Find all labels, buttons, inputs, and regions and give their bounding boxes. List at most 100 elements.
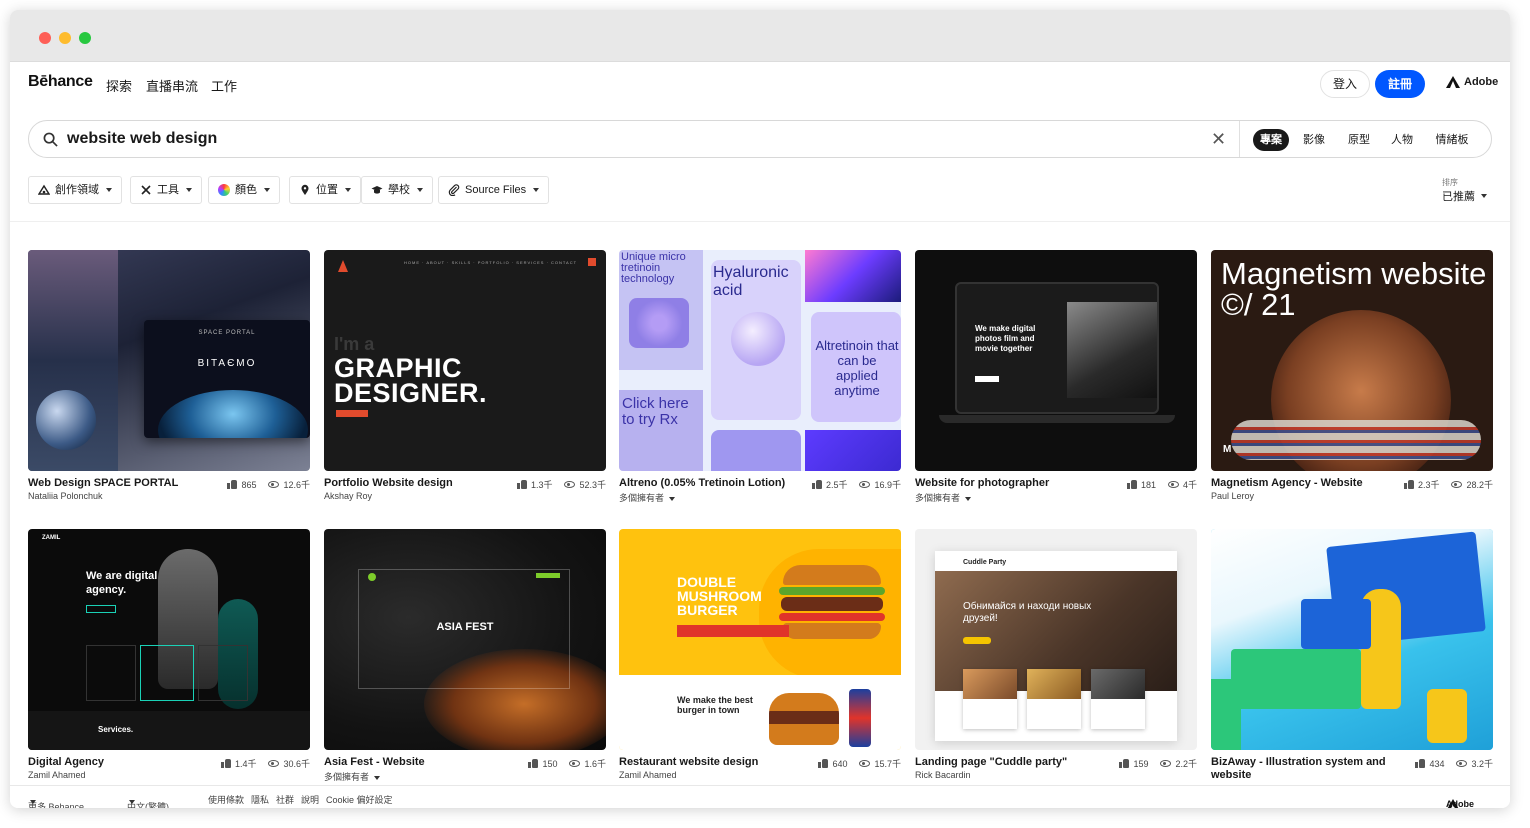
project-card[interactable]: ASIA FEST Asia Fest - Website 多個擁有者 150 1… [324,529,606,783]
adobe-logo-icon [1446,76,1460,88]
maximize-window-icon[interactable] [79,32,91,44]
filter-source-files[interactable]: Source Files [438,176,550,204]
project-thumbnail[interactable]: SPACE PORTAL BITAЄMO [28,250,310,471]
project-thumbnail[interactable]: Magnetism website ©/ 21 M [1211,250,1493,471]
project-thumbnail[interactable] [1211,529,1493,750]
view-count: 3.2千 [1471,759,1493,769]
filter-label: 學校 [388,184,410,196]
eye-icon [1160,760,1172,767]
scope-tab-people[interactable]: 人物 [1387,129,1417,151]
footer-link-community[interactable]: 社群 [276,793,294,806]
owner-label: 多個擁有者 [324,772,370,782]
clear-search-icon[interactable]: ✕ [1211,130,1226,148]
project-card[interactable]: BizAway - Illustration system and websit… [1211,529,1493,782]
footer-link-help[interactable]: 說明 [301,793,319,806]
scope-tab-moodboards[interactable]: 情緒板 [1429,129,1475,151]
project-author[interactable]: Paul Leroy [1211,491,1254,501]
earth-shape [158,390,308,438]
search-input[interactable] [67,127,1197,151]
order-bar [677,625,789,637]
project-title[interactable]: Magnetism Agency - Website [1211,477,1401,489]
filter-label: 顏色 [235,184,257,196]
project-thumbnail[interactable]: We make digital photos film and movie to… [915,250,1197,471]
project-title[interactable]: Portfolio Website design [324,477,514,489]
close-window-icon[interactable] [39,32,51,44]
thumb-title: BITAЄMO [197,358,257,369]
filter-color[interactable]: 顏色 [208,176,280,204]
thumbs-up-icon [1403,480,1414,489]
project-author[interactable]: Zamil Ahamed [28,770,86,780]
project-thumbnail[interactable]: Unique micro tretinoin technology Hyalur… [619,250,901,471]
filter-label: 工具 [157,184,179,196]
project-author[interactable]: 多個擁有者 [324,770,380,783]
thumb-device: SPACE PORTAL BITAЄMO [144,320,310,438]
project-title[interactable]: Web Design SPACE PORTAL [28,477,218,489]
project-thumbnail[interactable]: ZAMIL We are digital agency. Services. [28,529,310,750]
menu-square-icon [588,258,596,266]
project-card[interactable]: HOME · ABOUT · SKILLS · PORTFOLIO · SERV… [324,250,606,501]
project-title[interactable]: Restaurant website design [619,756,809,768]
project-meta: Portfolio Website design Akshay Roy 1.3千… [324,471,606,501]
footer-link-cookies[interactable]: Cookie 偏好設定 [326,793,393,806]
project-card[interactable]: DOUBLE MUSHROOM BURGER We make the best … [619,529,901,780]
scope-tab-images[interactable]: 影像 [1297,129,1331,151]
planet-shape [36,390,96,450]
nav-link-jobs[interactable]: 工作 [211,76,237,95]
nav-link-explore[interactable]: 探索 [106,76,132,95]
footer-link-privacy[interactable]: 隱私 [251,793,269,806]
project-title[interactable]: Website for photographer [915,477,1105,489]
project-stats: 865 12.6千 [227,478,310,491]
project-title[interactable]: Digital Agency [28,756,218,768]
signup-button[interactable]: 註冊 [1375,70,1425,98]
project-author[interactable]: 多個擁有者 [915,491,971,504]
thumbs-up-icon [227,480,238,489]
project-card[interactable]: Cuddle Party Обнимайся и находи новых др… [915,529,1197,780]
project-card[interactable]: Unique micro tretinoin technology Hyalur… [619,250,901,504]
footer-link-terms[interactable]: 使用條款 [208,793,244,806]
burger-bun [783,565,881,585]
footer-adobe-label: Adobe [1446,799,1474,808]
adobe-link[interactable]: Adobe [1446,76,1498,88]
project-thumbnail[interactable]: DOUBLE MUSHROOM BURGER We make the best … [619,529,901,750]
nav-link-livestream[interactable]: 直播串流 [146,76,198,95]
project-author[interactable]: Zamil Ahamed [619,770,677,780]
chevron-down-icon [30,800,36,804]
sort-dropdown[interactable]: 已推薦 [1442,188,1487,204]
project-card[interactable]: ZAMIL We are digital agency. Services. D… [28,529,310,780]
project-author[interactable]: Akshay Roy [324,491,372,501]
filter-creative-field[interactable]: 創作領域 [28,176,122,204]
filter-tools[interactable]: 工具 [130,176,202,204]
view-count: 28.2千 [1466,480,1493,490]
view-count: 4千 [1182,480,1197,490]
project-thumbnail[interactable]: HOME · ABOUT · SKILLS · PORTFOLIO · SERV… [324,250,606,471]
thumb-text: We make the best burger in town [677,695,753,715]
feature-card [1091,669,1145,729]
project-card[interactable]: Magnetism website ©/ 21 M Magnetism Agen… [1211,250,1493,501]
minimize-window-icon[interactable] [59,32,71,44]
behance-logo[interactable]: Bēhance [28,73,93,91]
like-count: 640 [832,758,848,769]
project-title[interactable]: Asia Fest - Website [324,756,514,768]
filter-school[interactable]: 學校 [361,176,433,204]
project-thumbnail[interactable]: ASIA FEST [324,529,606,750]
scope-tab-projects[interactable]: 專案 [1253,129,1289,151]
project-author[interactable]: 多個擁有者 [619,491,675,504]
login-button[interactable]: 登入 [1320,70,1370,98]
plant-shape [1211,679,1241,750]
thumb-title: DOUBLE MUSHROOM BURGER [677,574,762,618]
brand-mark-icon: M [1223,444,1232,455]
project-author[interactable]: Rick Bacardin [915,770,971,780]
thumb-title: Magnetism website ©/ 21 [1221,256,1487,322]
project-title[interactable]: Landing page "Cuddle party" [915,756,1105,768]
project-author[interactable]: Nataliia Polonchuk [28,491,103,501]
creative-field-icon [38,184,50,195]
project-card[interactable]: SPACE PORTAL BITAЄMO Web Design SPACE PO… [28,250,310,501]
filter-location[interactable]: 位置 [289,176,361,204]
owner-label: 多個擁有者 [619,493,665,503]
project-card[interactable]: We make digital photos film and movie to… [915,250,1197,504]
project-thumbnail[interactable]: Cuddle Party Обнимайся и находи новых др… [915,529,1197,750]
project-title[interactable]: BizAway - Illustration system and websit… [1211,756,1401,782]
view-count: 52.3千 [579,480,606,490]
scope-tab-prototypes[interactable]: 原型 [1342,129,1376,151]
project-title[interactable]: Altreno (0.05% Tretinoin Lotion) [619,477,809,489]
